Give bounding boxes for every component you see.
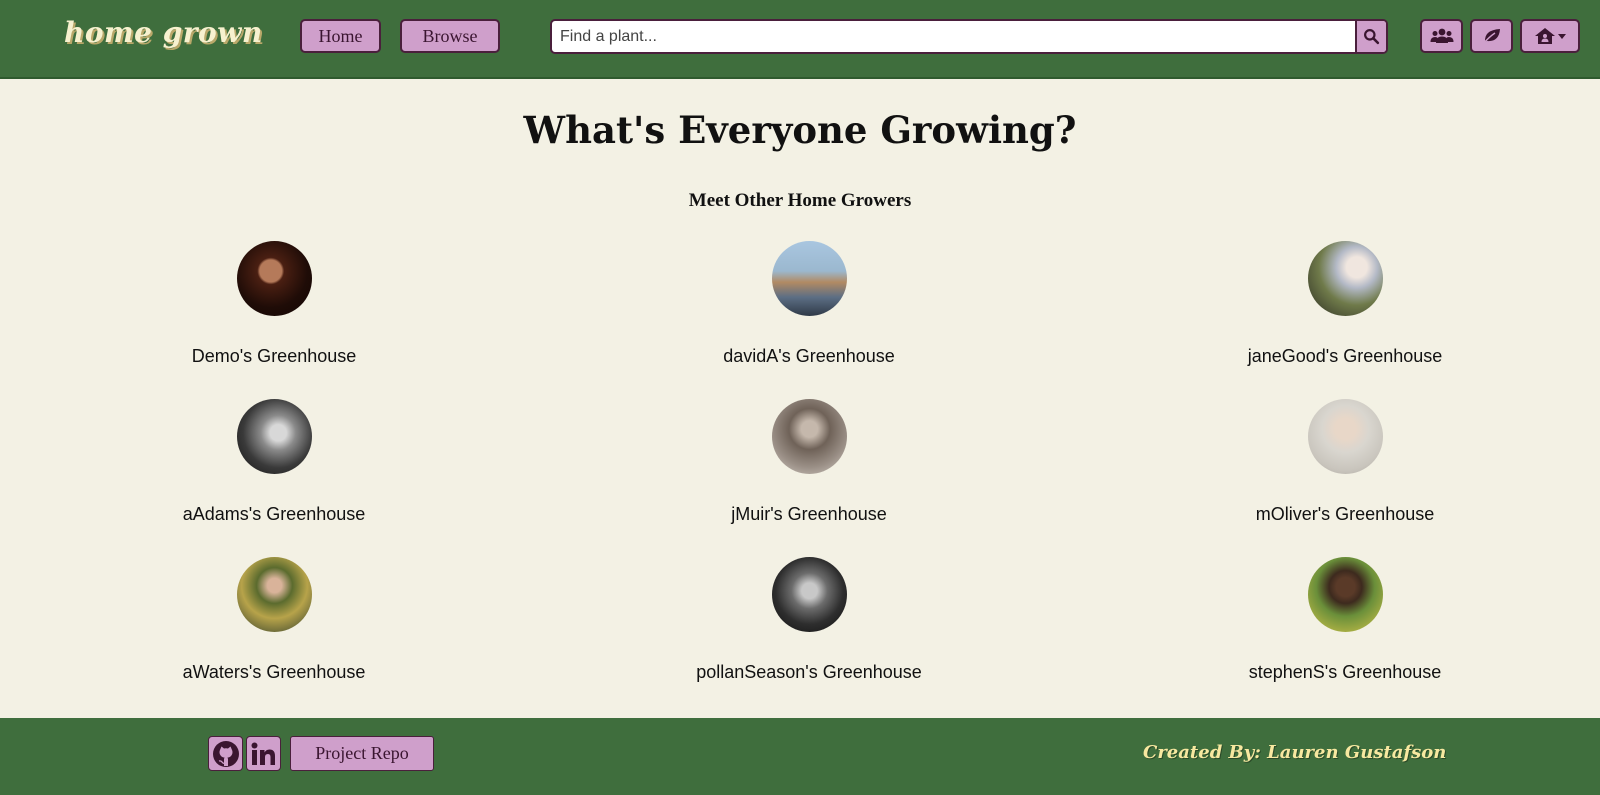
search-input[interactable] (552, 21, 1357, 52)
greenhouse-link[interactable]: aWaters's Greenhouse (94, 662, 454, 683)
grower-card: pollanSeason's Greenhouse (629, 557, 989, 683)
linkedin-link[interactable] (246, 736, 281, 771)
avatar[interactable] (1307, 241, 1383, 316)
greenhouse-link[interactable]: stephenS's Greenhouse (1165, 662, 1525, 683)
greenhouse-link[interactable]: mOliver's Greenhouse (1165, 504, 1525, 525)
grower-card: davidA's Greenhouse (629, 241, 989, 367)
greenhouse-link[interactable]: jMuir's Greenhouse (629, 504, 989, 525)
users-button[interactable] (1420, 19, 1463, 53)
avatar[interactable] (236, 241, 312, 316)
grower-card: mOliver's Greenhouse (1165, 399, 1525, 525)
users-icon (1430, 28, 1453, 43)
plants-button[interactable] (1470, 19, 1513, 53)
greenhouse-link[interactable]: Demo's Greenhouse (94, 346, 454, 367)
search-bar (550, 19, 1388, 54)
greenhouse-link[interactable]: janeGood's Greenhouse (1165, 346, 1525, 367)
logo[interactable]: home grown (64, 16, 263, 49)
greenhouse-link[interactable]: aAdams's Greenhouse (94, 504, 454, 525)
search-button[interactable] (1355, 21, 1386, 52)
project-repo-button[interactable]: Project Repo (290, 736, 434, 771)
avatar[interactable] (1307, 399, 1383, 474)
grower-card: aWaters's Greenhouse (94, 557, 454, 683)
grower-card: janeGood's Greenhouse (1165, 241, 1525, 367)
caret-down-icon (1557, 34, 1566, 39)
profile-menu-button[interactable] (1520, 19, 1580, 53)
linkedin-icon (251, 742, 275, 765)
avatar[interactable] (1307, 557, 1383, 632)
greenhouse-link[interactable]: davidA's Greenhouse (629, 346, 989, 367)
browse-button[interactable]: Browse (400, 19, 500, 53)
navbar: home grown Home Browse (0, 0, 1600, 79)
grower-card: jMuir's Greenhouse (629, 399, 989, 525)
grower-card: aAdams's Greenhouse (94, 399, 454, 525)
page-title: What's Everyone Growing? (523, 108, 1077, 152)
search-icon (1364, 29, 1380, 45)
avatar[interactable] (236, 399, 312, 474)
leaf-icon (1481, 29, 1500, 45)
avatar[interactable] (771, 241, 847, 316)
page-subtitle: Meet Other Home Growers (688, 190, 912, 211)
avatar[interactable] (236, 557, 312, 632)
footer: Project Repo Created By: Lauren Gustafso… (0, 718, 1600, 795)
greenhouse-link[interactable]: pollanSeason's Greenhouse (629, 662, 989, 683)
grower-card: stephenS's Greenhouse (1165, 557, 1525, 683)
home-button[interactable]: Home (300, 19, 381, 53)
github-link[interactable] (208, 736, 243, 771)
github-icon (212, 740, 239, 767)
house-user-icon (1534, 28, 1555, 44)
avatar[interactable] (771, 557, 847, 632)
avatar[interactable] (771, 399, 847, 474)
grower-card: Demo's Greenhouse (94, 241, 454, 367)
author-credit: Created By: Lauren Gustafson (1143, 742, 1447, 763)
